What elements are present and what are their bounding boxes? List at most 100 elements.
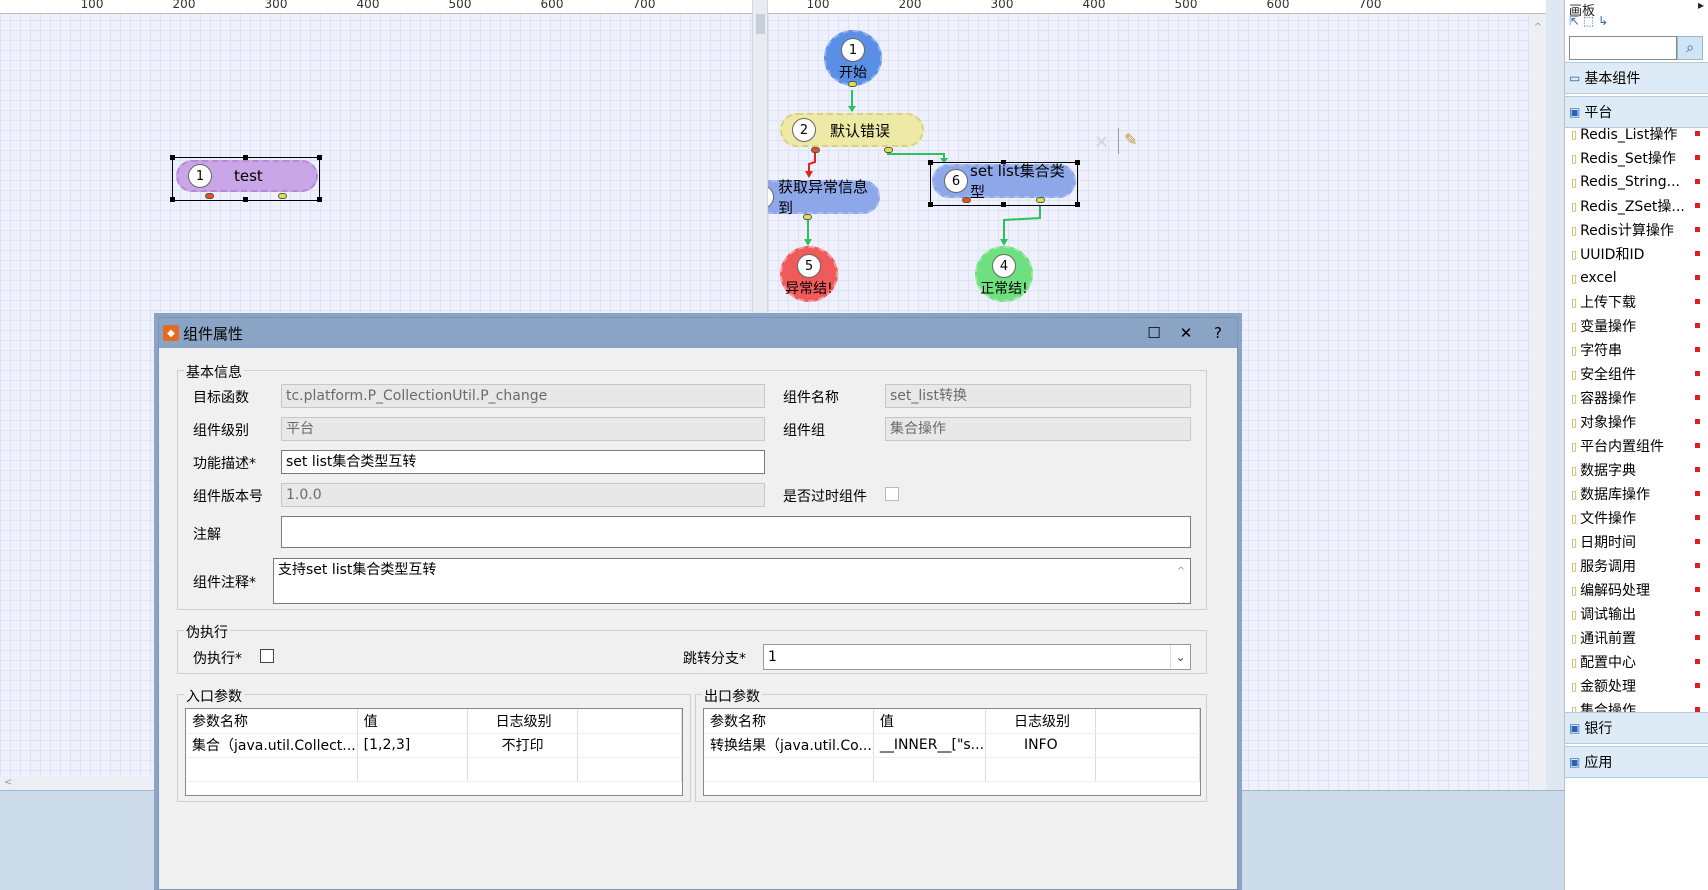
folder-icon: ▯ bbox=[1571, 463, 1578, 477]
selection-handle[interactable] bbox=[928, 202, 933, 207]
column-header[interactable]: 日志级别 bbox=[985, 709, 1097, 734]
close-button[interactable]: ✕ bbox=[1177, 324, 1195, 342]
comp-name-field[interactable]: set_list转换 bbox=[885, 384, 1191, 408]
selection-handle[interactable] bbox=[317, 197, 322, 202]
palette-item[interactable]: ▯ Redis_Set操作 bbox=[1565, 146, 1708, 170]
flow-node-start[interactable]: 1 开始 bbox=[824, 30, 882, 86]
level-field[interactable]: 平台 bbox=[281, 417, 765, 441]
palette-item[interactable]: ▯ 安全组件 bbox=[1565, 362, 1708, 386]
close-icon[interactable]: ✕ bbox=[1094, 132, 1109, 153]
palette-item[interactable]: ▯ Redis_String... bbox=[1565, 170, 1708, 194]
palette-item[interactable]: ▯ 编解码处理 bbox=[1565, 578, 1708, 602]
palette-item[interactable]: ▯ 调试输出 bbox=[1565, 602, 1708, 626]
error-port[interactable] bbox=[205, 193, 214, 199]
edit-icon[interactable]: ✎ bbox=[1124, 130, 1137, 149]
flow-node-error-end[interactable]: 5 异常结! bbox=[780, 246, 838, 302]
palette-item[interactable]: ▯ 变量操作 bbox=[1565, 314, 1708, 338]
selection-handle[interactable] bbox=[317, 155, 322, 160]
search-icon[interactable]: ⌕ bbox=[1677, 36, 1703, 60]
deprecated-checkbox[interactable] bbox=[885, 487, 899, 501]
palette-item[interactable]: ▯ 数据库操作 bbox=[1565, 482, 1708, 506]
target-fn-field[interactable]: tc.platform.P_CollectionUtil.P_change bbox=[281, 384, 765, 408]
palette-item[interactable]: ▯ Redis_ZSet操... bbox=[1565, 194, 1708, 218]
palette-item[interactable]: ▯ 日期时间 bbox=[1565, 530, 1708, 554]
column-header[interactable]: 参数名称 bbox=[704, 709, 874, 734]
table-row[interactable]: 集合（java.util.Collect... [1,2,3] 不打印 bbox=[186, 733, 683, 758]
palette-item[interactable]: ▯ 文件操作 bbox=[1565, 506, 1708, 530]
node-number: 5 bbox=[797, 254, 821, 278]
palette-item[interactable]: ▯ 数据字典 bbox=[1565, 458, 1708, 482]
selection-handle[interactable] bbox=[928, 160, 933, 165]
success-port[interactable] bbox=[803, 214, 812, 220]
column-header[interactable]: 日志级别 bbox=[467, 709, 578, 734]
palette-item-label: 文件操作 bbox=[1580, 511, 1637, 527]
table-row[interactable]: 转换结果（java.util.Co... __INNER__["s... INF… bbox=[704, 733, 1200, 758]
table-cell[interactable]: __INNER__["s... bbox=[873, 733, 987, 758]
group-field[interactable]: 集合操作 bbox=[885, 417, 1191, 441]
connector-icon[interactable]: ↳ bbox=[1598, 14, 1608, 28]
vertical-scrollbar[interactable]: ^ bbox=[1530, 14, 1546, 790]
flow-node-normal-end[interactable]: 4 正常结! bbox=[975, 246, 1033, 302]
section-basic[interactable]: ▭ 基本组件 bbox=[1565, 62, 1708, 94]
success-port[interactable] bbox=[278, 193, 287, 199]
table-cell[interactable]: 集合（java.util.Collect... bbox=[186, 733, 358, 758]
input-params-table: 参数名称 值 日志级别 集合（java.util.Collect... [1,2… bbox=[185, 708, 683, 796]
column-header[interactable]: 参数名称 bbox=[186, 709, 358, 734]
palette-item[interactable]: ▯ excel bbox=[1565, 266, 1708, 290]
branch-select[interactable]: 1 ⌄ bbox=[763, 644, 1191, 670]
textarea-scrollbar[interactable]: ^v bbox=[1174, 561, 1188, 603]
success-port[interactable] bbox=[1036, 197, 1045, 203]
selection-handle[interactable] bbox=[170, 155, 175, 160]
table-cell[interactable]: 不打印 bbox=[467, 733, 578, 758]
palette-item[interactable]: ▯ 字符串 bbox=[1565, 338, 1708, 362]
palette-item[interactable]: ▯ 容器操作 bbox=[1565, 386, 1708, 410]
palette-item[interactable]: ▯ 金额处理 bbox=[1565, 674, 1708, 698]
note-field[interactable] bbox=[281, 516, 1191, 548]
table-cell[interactable]: [1,2,3] bbox=[357, 733, 468, 758]
flow-node-default-error[interactable]: 2 默认错误 bbox=[780, 113, 924, 147]
palette-item[interactable]: ▯ 对象操作 bbox=[1565, 410, 1708, 434]
maximize-button[interactable]: ☐ bbox=[1145, 324, 1163, 342]
column-header[interactable]: 值 bbox=[357, 709, 468, 734]
selection-handle[interactable] bbox=[1075, 160, 1080, 165]
palette-list: ▯ Redis_List操作 ▯ Redis_Set操作 ▯ Redis_String..… bbox=[1565, 122, 1708, 712]
section-bank[interactable]: ▣ 银行 bbox=[1565, 712, 1708, 744]
dialog-titlebar[interactable]: ◆ 组件属性 ☐ ✕ ? bbox=[159, 318, 1237, 348]
palette-item[interactable]: ▯ 通讯前置 bbox=[1565, 626, 1708, 650]
flow-node-test[interactable]: 1 test bbox=[176, 160, 318, 192]
palette-item[interactable]: ▯ 平台内置组件 bbox=[1565, 434, 1708, 458]
selection-handle[interactable] bbox=[1075, 202, 1080, 207]
palette-item[interactable]: ▯ 配置中心 bbox=[1565, 650, 1708, 674]
version-field[interactable]: 1.0.0 bbox=[281, 483, 765, 507]
success-port[interactable] bbox=[884, 147, 893, 153]
selection-handle[interactable] bbox=[1001, 202, 1006, 207]
help-button[interactable]: ? bbox=[1209, 324, 1227, 342]
palette-item[interactable]: ▯ 集合操作 bbox=[1565, 698, 1708, 712]
palette-item[interactable]: ▯ 服务调用 bbox=[1565, 554, 1708, 578]
marquee-icon[interactable]: ⬚ bbox=[1583, 14, 1594, 28]
selection-handle[interactable] bbox=[170, 197, 175, 202]
search-input[interactable] bbox=[1569, 36, 1677, 60]
flow-node-set-list[interactable]: 6 set list集合类型 bbox=[932, 162, 1076, 201]
comment-textarea[interactable]: 支持set list集合类型互转 ^v bbox=[273, 558, 1191, 604]
pointer-icon[interactable]: ⇱ bbox=[1569, 14, 1579, 28]
desc-field[interactable]: set list集合类型互转 bbox=[281, 450, 765, 474]
column-header[interactable]: 值 bbox=[873, 709, 987, 734]
palette-item[interactable]: ▯ 上传下载 bbox=[1565, 290, 1708, 314]
section-app[interactable]: ▣ 应用 bbox=[1565, 746, 1708, 778]
table-cell[interactable]: INFO bbox=[985, 733, 1097, 758]
palette-item[interactable]: ▯ Redis计算操作 bbox=[1565, 218, 1708, 242]
palette-item[interactable]: ▯ Redis_List操作 bbox=[1565, 122, 1708, 146]
selection-handle[interactable] bbox=[243, 197, 248, 202]
table-cell[interactable]: 转换结果（java.util.Co... bbox=[704, 733, 874, 758]
fake-exec-checkbox[interactable] bbox=[260, 649, 274, 663]
window-icon: ▣ bbox=[1569, 721, 1581, 735]
flow-node-get-error[interactable]: 3 获取异常信息到 bbox=[768, 178, 880, 217]
chevron-down-icon[interactable]: ⌄ bbox=[1170, 645, 1190, 669]
status-dot bbox=[1695, 131, 1700, 136]
success-port[interactable] bbox=[848, 81, 857, 87]
error-port[interactable] bbox=[962, 197, 971, 203]
error-port[interactable] bbox=[811, 147, 820, 153]
collapse-icon[interactable]: ▸ bbox=[1698, 0, 1704, 12]
palette-item[interactable]: ▯ UUID和ID bbox=[1565, 242, 1708, 266]
